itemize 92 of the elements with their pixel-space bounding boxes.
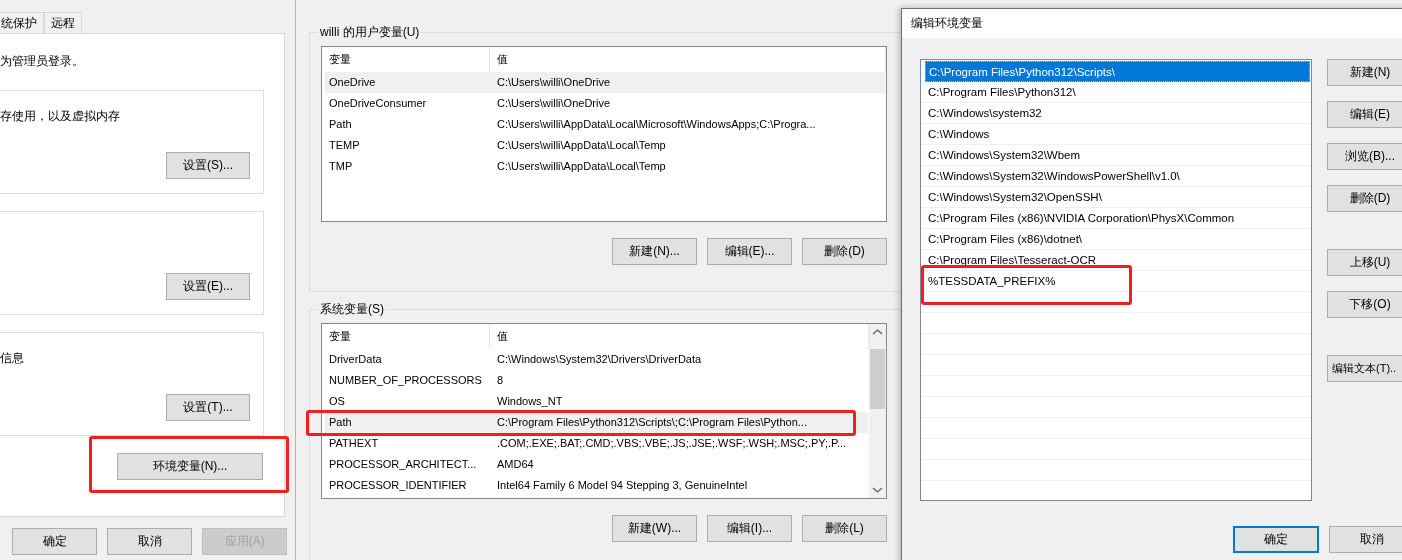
side-button[interactable]: 删除(D) <box>1327 185 1402 212</box>
table-cell-text: C:\Users\willi\AppData\Local\Temp <box>496 159 667 174</box>
side-button[interactable]: 浏览(B)... <box>1327 143 1402 170</box>
list-row[interactable]: NUMBER_OF_PROCESSORS 8 <box>325 370 868 391</box>
dialog-button[interactable]: 确定 <box>1233 526 1319 553</box>
table-cell-text: 8 <box>496 373 505 388</box>
list-row[interactable]: PROCESSOR_ARCHITECT... AMD64 <box>325 454 868 475</box>
window-title: 编辑环境变量 <box>911 15 983 32</box>
list-item[interactable]: C:\Program Files\Python312\Scripts\ <box>925 61 1310 82</box>
side-button[interactable]: 编辑(E) <box>1327 101 1402 128</box>
table-cell-text: Path <box>328 415 353 430</box>
item-text: C:\Windows\System32\WindowsPowerShell\v1.0\ <box>928 170 1180 182</box>
list-item[interactable]: C:\Program Files (x86)\dotnet\ <box>925 229 1310 250</box>
list-button[interactable]: 新建(W)... <box>612 515 697 542</box>
settings-button[interactable]: 设置(S)... <box>166 152 250 179</box>
item-text: C:\Program Files (x86)\dotnet\ <box>928 233 1083 245</box>
table-cell-text: TMP <box>328 159 354 174</box>
list-item[interactable]: C:\Windows\system32 <box>925 103 1310 124</box>
item-text: C:\Program Files\Tesseract-OCR <box>928 254 1097 266</box>
table-cell-text: C:\Users\willi\AppData\Local\Microsoft\WindowsApps;C:\Progra... <box>496 117 817 132</box>
table-cell-text: NUMBER_OF_PROCESSORS <box>328 373 483 388</box>
item-text: C:\Program Files (x86)\NVIDIA Corporation\PhysX\Common <box>928 212 1235 224</box>
list-row[interactable]: Path C:\Program Files\Python312\Scripts\;C:\Program Files\Python... <box>325 412 868 433</box>
table-cell-text: C:\Users\willi\AppData\Local\Temp <box>496 138 667 153</box>
group-title: 系统变量(S) <box>319 301 385 317</box>
side-button[interactable]: 编辑文本(T).. <box>1327 355 1402 382</box>
table-cell-text: Intel64 Family 6 Model 94 Stepping 3, GenuineIntel <box>496 478 749 493</box>
list-row[interactable]: DriverData C:\Windows\System32\Drivers\DriverData <box>325 349 868 370</box>
variables-list[interactable] <box>321 46 887 222</box>
list-button[interactable]: 新建(N)... <box>612 238 697 265</box>
list-row[interactable]: PROCESSOR_IDENTIFIER Intel64 Family 6 Model 94 Stepping 3, GenuineIntel <box>325 475 868 496</box>
list-item[interactable]: C:\Windows\System32\WindowsPowerShell\v1.0\ <box>925 166 1310 187</box>
table-cell-text: .COM;.EXE;.BAT;.CMD;.VBS;.VBE;.JS;.JSE;.WSF;.WSH;.MSC;.PY;.P... <box>496 436 848 451</box>
environment-variables-button[interactable]: 环境变量(N)... <box>117 453 263 480</box>
table-cell-text: C:\Users\willi\OneDrive <box>496 75 612 90</box>
table-cell-text: OS <box>328 394 346 409</box>
list-button[interactable]: 删除(D) <box>802 238 887 265</box>
item-text: C:\Windows\System32\Wbem <box>928 149 1081 161</box>
list-row[interactable]: OneDrive C:\Users\willi\OneDrive <box>325 72 885 93</box>
table-cell-text: PROCESSOR_IDENTIFIER <box>328 478 468 493</box>
list-row[interactable]: TEMP C:\Users\willi\AppData\Local\Temp <box>325 135 885 156</box>
list-button[interactable]: 编辑(I)... <box>707 515 792 542</box>
scroll-thumb[interactable] <box>870 349 885 409</box>
group-description: 存使用，以及虚拟内存 <box>0 108 120 124</box>
tab[interactable]: 远程 <box>44 12 82 33</box>
group-title: willi 的用户变量(U) <box>319 24 421 40</box>
column-header[interactable]: 变量 <box>322 324 490 349</box>
item-text: C:\Program Files\Python312\Scripts\ <box>929 66 1115 78</box>
item-text: C:\Windows\system32 <box>928 107 1042 119</box>
table-cell-text: PATHEXT <box>328 436 380 451</box>
side-button[interactable]: 下移(O) <box>1327 291 1402 318</box>
tab[interactable]: 统保护 <box>0 12 44 33</box>
table-cell-text: Path <box>328 117 353 132</box>
dialog-button[interactable]: 取消 <box>107 528 192 555</box>
list-button[interactable]: 编辑(E)... <box>707 238 792 265</box>
list-button[interactable]: 删除(L) <box>802 515 887 542</box>
list-item[interactable]: C:\Windows\System32\Wbem <box>925 145 1310 166</box>
item-text: %TESSDATA_PREFIX% <box>928 275 1056 287</box>
list-row[interactable]: PATHEXT .COM;.EXE;.BAT;.CMD;.VBS;.VBE;.JS;.JSE;.WSF;.WSH;.MSC;.PY;.P... <box>325 433 868 454</box>
table-cell-text: C:\Windows\System32\Drivers\DriverData <box>496 352 703 367</box>
path-list[interactable] <box>920 59 1312 501</box>
item-text: C:\Windows\System32\OpenSSH\ <box>928 191 1102 203</box>
table-cell-text: OneDrive <box>328 75 377 90</box>
settings-button[interactable]: 设置(T)... <box>166 394 250 421</box>
table-cell-text: Windows_NT <box>496 394 564 409</box>
list-item[interactable]: C:\Program Files\Python312\ <box>925 82 1310 103</box>
table-cell-text: C:\Users\willi\OneDrive <box>496 96 612 111</box>
scrollbar[interactable] <box>869 324 886 498</box>
table-cell-text: OneDriveConsumer <box>328 96 428 111</box>
dialog-button[interactable]: 确定 <box>12 528 97 555</box>
table-cell-text: TEMP <box>328 138 361 153</box>
list-item[interactable]: C:\Program Files (x86)\NVIDIA Corporation\PhysX\Common <box>925 208 1310 229</box>
list-item[interactable]: C:\Windows <box>925 124 1310 145</box>
list-row[interactable]: TMP C:\Users\willi\AppData\Local\Temp <box>325 156 885 177</box>
list-item[interactable]: C:\Windows\System32\OpenSSH\ <box>925 187 1310 208</box>
admin-note: 为管理员登录。 <box>0 53 85 69</box>
group-description: 信息 <box>0 350 24 366</box>
list-row[interactable]: OneDriveConsumer C:\Users\willi\OneDrive <box>325 93 885 114</box>
table-cell-text: DriverData <box>328 352 383 367</box>
dialog-button[interactable]: 取消 <box>1329 526 1402 553</box>
list-row[interactable]: OS Windows_NT <box>325 391 868 412</box>
table-cell-text: AMD64 <box>496 457 535 472</box>
table-cell-text: PROCESSOR_ARCHITECT... <box>328 457 478 472</box>
list-item[interactable]: C:\Program Files\Tesseract-OCR <box>925 250 1310 271</box>
item-text: C:\Windows <box>928 128 990 140</box>
list-row[interactable]: Path C:\Users\willi\AppData\Local\Microsoft\WindowsApps;C:\Progra... <box>325 114 885 135</box>
item-text: C:\Program Files\Python312\ <box>928 86 1076 98</box>
side-button[interactable]: 新建(N) <box>1327 59 1402 86</box>
side-button[interactable]: 上移(U) <box>1327 249 1402 276</box>
settings-button[interactable]: 设置(E)... <box>166 273 250 300</box>
table-cell-text: C:\Program Files\Python312\Scripts\;C:\Program Files\Python... <box>496 415 808 430</box>
list-item[interactable]: %TESSDATA_PREFIX% <box>925 271 1310 292</box>
